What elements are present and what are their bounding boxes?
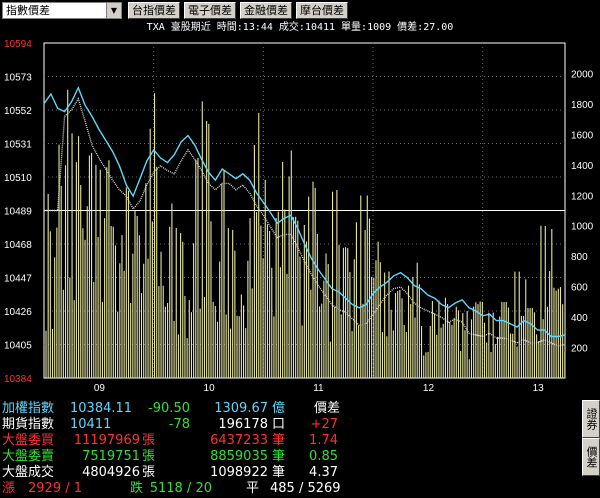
tab-spread[interactable]: 價差 xyxy=(582,438,600,476)
price-tick-label: 10573 xyxy=(4,73,32,84)
futures-value: 10411 xyxy=(70,417,112,432)
bid-value: 11197969 xyxy=(73,433,140,448)
bid-count: 6437233 xyxy=(210,433,268,448)
index-label: 加權指數 xyxy=(2,401,55,416)
ask-unit: 張 xyxy=(142,449,156,464)
price-tick-label: 10510 xyxy=(4,173,32,184)
quote-row-breadth: 漲 2929 / 1 跌 5118 / 20 平 485 / 5269 xyxy=(0,481,580,497)
price-tick-label: 10552 xyxy=(4,106,32,117)
price-tick-label: 10531 xyxy=(4,140,32,151)
traded-value: 4804926 xyxy=(82,465,140,480)
bid-count-unit: 筆 xyxy=(272,433,286,448)
spread-value: +27 xyxy=(310,417,338,432)
msci-spread-button[interactable]: 摩台價差 xyxy=(296,2,348,19)
ask-count-unit: 筆 xyxy=(272,449,286,464)
traded-label: 大盤成交 xyxy=(2,465,55,480)
index-value: 10384.11 xyxy=(70,401,133,416)
traded-ratio: 4.37 xyxy=(309,465,338,480)
quote-row-futures: 期貨指數 10411 -78 196178 口 +27 xyxy=(0,417,580,433)
volume-tick-label: 1200 xyxy=(571,191,594,202)
price-tick-label: 10489 xyxy=(4,207,32,218)
volume-tick-label: 1600 xyxy=(571,130,594,141)
index-change: -90.50 xyxy=(148,401,190,416)
volume-tick-label: 2000 xyxy=(571,69,594,80)
volume-tick-label: 400 xyxy=(571,313,588,324)
flat-value: 485 / 5269 xyxy=(270,481,341,496)
spread-chart: 10594 10573 10552 10531 10510 10489 10468 10447… xyxy=(4,39,594,394)
price-tick-label: 10594 xyxy=(4,39,32,50)
ask-ratio: 0.85 xyxy=(309,449,338,464)
toolbar: 指數價差 ▼ 台指價差 電子價差 金融價差 摩台價差 xyxy=(0,0,600,21)
volume-tick-label: 1400 xyxy=(571,161,594,172)
volume-tick-label: 200 xyxy=(571,344,588,355)
time-tick-label: 13 xyxy=(533,383,545,394)
time-tick-label: 09 xyxy=(94,383,106,394)
quote-info-line: TXA 臺股期近 時間:13:44 成交:10411 單量:1009 價差:27… xyxy=(146,22,454,33)
futures-volume-unit: 口 xyxy=(272,417,286,432)
quote-panel: 加權指數 10384.11 -90.50 1309.67 億 價差 期貨指數 1… xyxy=(0,398,580,498)
electronics-spread-button[interactable]: 電子價差 xyxy=(184,2,236,19)
traded-count-unit: 筆 xyxy=(272,465,286,480)
price-tick-label: 10426 xyxy=(4,307,32,318)
index-amount: 1309.67 xyxy=(214,401,268,416)
up-value: 2929 / 1 xyxy=(28,481,82,496)
futures-label: 期貨指數 xyxy=(2,417,55,432)
bid-label: 大盤委買 xyxy=(2,433,55,448)
time-tick-label: 12 xyxy=(423,383,435,394)
futures-change: -78 xyxy=(168,417,190,432)
price-tick-label: 10405 xyxy=(4,341,32,352)
traded-count: 1098922 xyxy=(210,465,268,480)
index-amount-unit: 億 xyxy=(272,401,286,416)
time-tick-label: 10 xyxy=(204,383,216,394)
spread-label: 價差 xyxy=(314,401,341,416)
bid-unit: 張 xyxy=(142,433,156,448)
ask-count: 8859035 xyxy=(210,449,268,464)
ask-value: 7519751 xyxy=(82,449,140,464)
price-tick-label: 10384 xyxy=(4,374,32,385)
traded-unit: 張 xyxy=(142,465,156,480)
chevron-down-icon[interactable]: ▼ xyxy=(106,3,121,18)
bid-ratio: 1.74 xyxy=(309,433,338,448)
volume-tick-label: 1000 xyxy=(571,222,594,233)
time-tick-label: 11 xyxy=(313,383,324,394)
tab-securities[interactable]: 證券 xyxy=(582,400,600,438)
ask-label: 大盤委賣 xyxy=(2,449,55,464)
down-value: 5118 / 20 xyxy=(149,481,212,496)
quote-row-traded: 大盤成交 4804926 張 1098922 筆 4.37 xyxy=(0,465,580,481)
volume-tick-label: 600 xyxy=(571,283,588,294)
up-label: 漲 xyxy=(2,481,16,496)
taiex-spread-button[interactable]: 台指價差 xyxy=(128,2,180,19)
quote-row-index: 加權指數 10384.11 -90.50 1309.67 億 價差 xyxy=(0,401,580,417)
volume-tick-label: 800 xyxy=(571,252,588,263)
volume-tick-label: 1800 xyxy=(571,100,594,111)
price-tick-label: 10468 xyxy=(4,240,32,251)
chart-type-select-value: 指數價差 xyxy=(6,4,50,17)
quote-row-ask: 大盤委賣 7519751 張 8859035 筆 0.85 xyxy=(0,449,580,465)
chart-type-select[interactable]: 指數價差 ▼ xyxy=(2,2,122,19)
flat-label: 平 xyxy=(246,481,260,496)
futures-volume: 196178 xyxy=(218,417,268,432)
down-label: 跌 xyxy=(130,481,144,496)
finance-spread-button[interactable]: 金融價差 xyxy=(240,2,292,19)
quote-row-bid: 大盤委買 11197969 張 6437233 筆 1.74 xyxy=(0,433,580,449)
price-tick-label: 10447 xyxy=(4,274,32,285)
